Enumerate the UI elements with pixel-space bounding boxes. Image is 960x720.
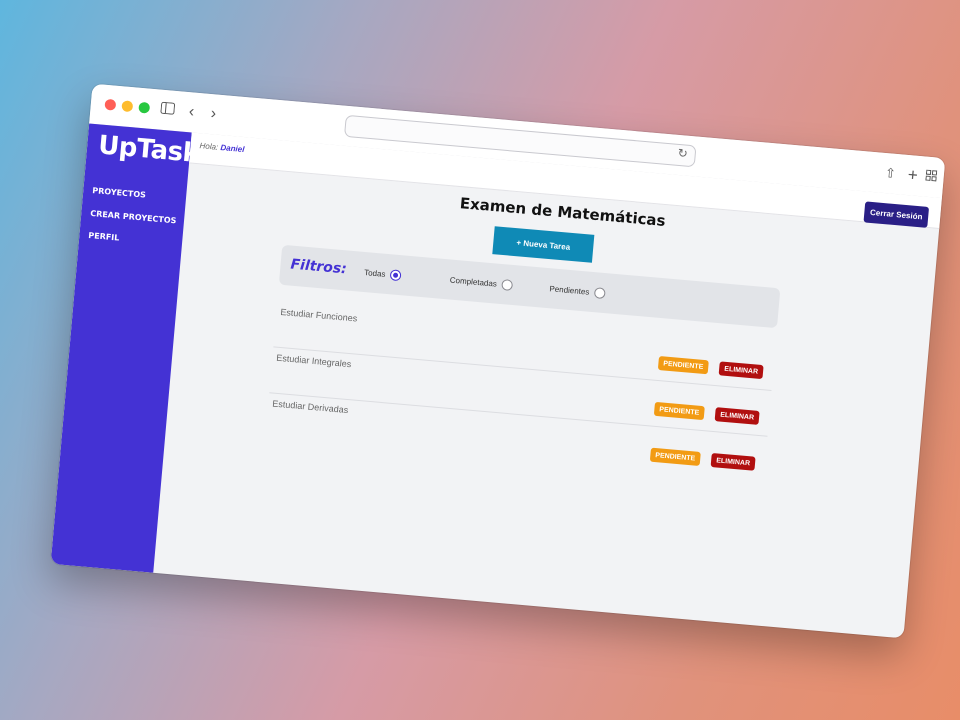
forward-icon[interactable]: › <box>205 102 221 127</box>
filters-label: Filtros: <box>289 256 348 278</box>
filter-radio-todas[interactable] <box>389 269 402 282</box>
task-delete-button[interactable]: ELIMINAR <box>710 452 756 471</box>
task-delete-button[interactable]: ELIMINAR <box>718 361 764 380</box>
task-delete-button[interactable]: ELIMINAR <box>714 407 760 425</box>
new-tab-icon[interactable]: + <box>907 163 919 188</box>
greeting-label: Hola: <box>199 141 219 152</box>
maximize-window-button[interactable] <box>138 101 151 114</box>
filter-option-pendientes[interactable]: Pendientes <box>549 283 606 300</box>
browser-window: ‹ › ↻ ⇧ + UpTask PROYECTOS CREAR PROYECT… <box>50 83 946 639</box>
filter-option-label: Pendientes <box>549 284 590 297</box>
user-name: Daniel <box>220 143 245 155</box>
filter-option-todas[interactable]: Todas <box>363 267 402 282</box>
filter-option-completadas[interactable]: Completadas <box>449 275 514 291</box>
filter-radio-pendientes[interactable] <box>593 287 606 300</box>
tab-overview-icon[interactable] <box>925 165 938 190</box>
task-name: Estudiar Derivadas <box>272 398 349 416</box>
share-icon[interactable]: ⇧ <box>884 161 897 186</box>
task-status-button[interactable]: PENDIENTE <box>653 401 705 421</box>
sidebar-toggle-icon[interactable] <box>160 98 176 123</box>
reload-icon[interactable]: ↻ <box>677 146 688 161</box>
sidebar-item-crear-proyectos[interactable]: CREAR PROYECTOS <box>90 209 177 225</box>
filter-option-label: Todas <box>363 268 386 279</box>
close-window-button[interactable] <box>104 98 117 111</box>
filter-option-label: Completadas <box>449 275 498 289</box>
new-task-button[interactable]: + Nueva Tarea <box>492 226 595 263</box>
greeting: Hola: Daniel <box>199 141 245 154</box>
task-status-button[interactable]: PENDIENTE <box>657 356 709 375</box>
back-icon[interactable]: ‹ <box>183 100 199 125</box>
task-name: Estudiar Integrales <box>276 352 352 370</box>
sidebar-item-perfil[interactable]: PERFIL <box>88 231 120 243</box>
main-content: Examen de Matemáticas + Nueva Tarea Filt… <box>153 162 939 638</box>
minimize-window-button[interactable] <box>121 100 134 113</box>
app-logo: UpTask <box>96 130 201 170</box>
sidebar-item-proyectos[interactable]: PROYECTOS <box>92 186 146 200</box>
task-status-button[interactable]: PENDIENTE <box>649 447 701 466</box>
filter-radio-completadas[interactable] <box>501 279 514 291</box>
task-name: Estudiar Funciones <box>280 306 358 324</box>
